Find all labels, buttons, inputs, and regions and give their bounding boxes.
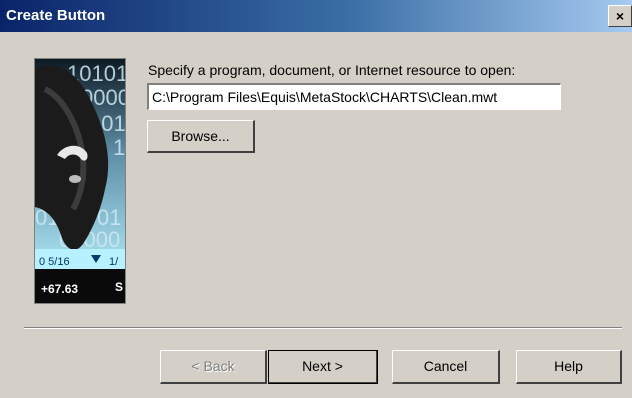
title-bar: Create Button × [0,0,632,32]
cancel-button[interactable]: Cancel [392,350,500,384]
back-button[interactable]: < Back [160,350,267,384]
bull-illustration: 10101 0000 101 1 01 0101 01000 0 5/16 1/… [35,59,125,303]
help-button[interactable]: Help [516,350,622,384]
wizard-bull-image: 10101 0000 101 1 01 0101 01000 0 5/16 1/… [34,58,126,304]
close-button[interactable]: × [608,5,632,27]
ticker-fraction: 0 5/16 [39,256,70,268]
program-path-input[interactable] [147,83,561,110]
browse-button[interactable]: Browse... [147,120,255,153]
ticker-letter: S [115,280,123,294]
next-button[interactable]: Next > [268,350,378,384]
prompt-label: Specify a program, document, or Internet… [148,62,516,78]
window-title: Create Button [6,7,106,24]
ticker-change: +67.63 [41,282,78,296]
ticker-fraction-right: 1/ [109,256,119,268]
close-icon: × [615,8,625,24]
digits-row-4: 1 [113,135,125,160]
separator-line [24,327,622,329]
